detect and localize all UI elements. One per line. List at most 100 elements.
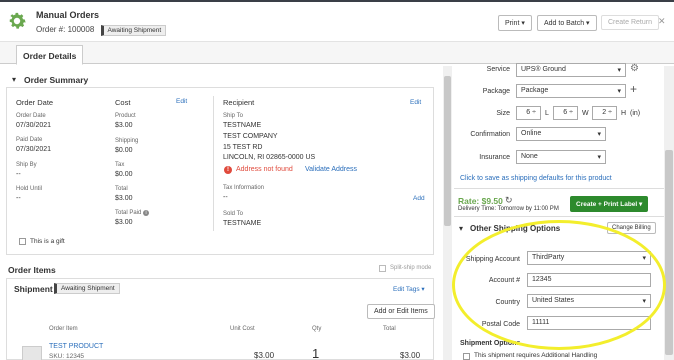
- gift-label: This is a gift: [30, 238, 65, 245]
- tab-order-details[interactable]: Order Details: [16, 45, 84, 65]
- column-divider: [213, 96, 214, 231]
- insurance-value: None: [521, 153, 538, 160]
- split-ship-checkbox[interactable]: [379, 265, 386, 272]
- insurance-label: Insurance: [479, 154, 510, 161]
- shipping-label: Shipping: [115, 138, 139, 144]
- product-value: $3.00: [115, 122, 133, 129]
- col-total: Total: [383, 326, 396, 332]
- ship-to-street: 15 TEST RD: [223, 144, 263, 151]
- edit-tags-label: Edit Tags: [393, 286, 420, 293]
- delivery-time: Delivery Time: Tomorrow by 11:00 PM: [458, 206, 559, 212]
- insurance-select[interactable]: None ▾: [516, 150, 606, 164]
- add-to-batch-button[interactable]: Add to Batch ▾: [537, 15, 597, 31]
- order-number-text: Order #: 100008: [36, 25, 95, 34]
- item-unit-cost: $3.00: [254, 351, 275, 360]
- tax-info-label: Tax Information: [223, 185, 265, 191]
- close-icon[interactable]: ✕: [658, 16, 666, 27]
- package-select[interactable]: Package ▾: [516, 84, 626, 98]
- l-label: L: [545, 110, 549, 117]
- ship-by-value: --: [16, 171, 21, 178]
- ship-to-company: TEST COMPANY: [223, 133, 278, 140]
- item-sku: SKU: 12345: [49, 353, 85, 360]
- print-button[interactable]: Print ▾: [498, 15, 532, 31]
- confirmation-select[interactable]: Online ▾: [516, 127, 606, 141]
- additional-handling-label: This shipment requires Additional Handli…: [474, 352, 598, 359]
- package-value: Package: [521, 87, 549, 94]
- item-total: $3.00: [400, 351, 421, 360]
- tab-bar: [0, 42, 674, 64]
- product-thumbnail: [22, 346, 42, 360]
- add-package-icon[interactable]: +: [630, 82, 637, 96]
- order-summary-title: Order Summary: [24, 75, 89, 85]
- size-label: Size: [496, 110, 510, 117]
- size-height-input[interactable]: 2 ÷: [592, 106, 617, 120]
- hold-until-value: --: [16, 195, 21, 202]
- tax-label: Tax: [115, 162, 125, 168]
- item-name-link[interactable]: TEST PRODUCT: [49, 343, 103, 350]
- tax-value: $0.00: [115, 171, 133, 178]
- collapse-icon[interactable]: ▾: [12, 75, 16, 84]
- create-print-label-button[interactable]: Create + Print Label ▾: [570, 196, 649, 212]
- right-scrollbar-thumb[interactable]: [665, 150, 673, 355]
- paid-date-value: 07/30/2021: [16, 146, 52, 153]
- ship-to-city: LINCOLN, RI 02865-0000 US: [223, 154, 316, 161]
- service-select[interactable]: UPS® Ground ▾: [516, 63, 626, 77]
- order-date-label: Order Date: [16, 113, 46, 119]
- shipping-value: $0.00: [115, 147, 133, 154]
- col-qty: Qty: [312, 326, 322, 332]
- warning-icon: !: [224, 166, 232, 174]
- divider: [454, 216, 664, 217]
- save-defaults-link[interactable]: Click to save as shipping defaults for t…: [460, 175, 612, 182]
- print-label: Print: [505, 20, 520, 27]
- split-ship-label: Split-ship mode: [390, 265, 432, 271]
- create-return-button[interactable]: Create Return: [601, 15, 659, 30]
- service-label: Service: [486, 66, 510, 73]
- service-settings-icon[interactable]: ⚙: [630, 63, 639, 74]
- service-value: UPS® Ground: [521, 66, 566, 73]
- edit-cost-link[interactable]: Edit: [176, 98, 187, 105]
- divider: [454, 188, 664, 189]
- collapse-icon[interactable]: ▾: [459, 224, 463, 233]
- sold-to-name: TESTNAME: [223, 220, 262, 227]
- order-number: Order #: 100008 Awaiting Shipment: [36, 25, 167, 36]
- additional-handling-checkbox[interactable]: [463, 353, 470, 360]
- size-length-input[interactable]: 6 ÷: [516, 106, 541, 120]
- total-value: $3.00: [115, 195, 133, 202]
- product-label: Product: [115, 113, 136, 119]
- size-width-input[interactable]: 6 ÷: [553, 106, 578, 120]
- ship-to-name: TESTNAME: [223, 122, 262, 129]
- status-badge: Awaiting Shipment: [100, 25, 167, 36]
- edit-recipient-link[interactable]: Edit: [410, 99, 421, 106]
- edit-tags-link[interactable]: Edit Tags ▾: [393, 285, 425, 293]
- total-label: Total: [115, 186, 128, 192]
- hold-until-label: Hold Until: [16, 186, 43, 192]
- h-label: H: [621, 110, 627, 117]
- add-tax-info-link[interactable]: Add: [413, 195, 425, 202]
- ship-to-label: Ship To: [223, 113, 243, 119]
- item-qty[interactable]: 1: [312, 346, 319, 360]
- confirmation-value: Online: [521, 130, 542, 137]
- create-print-label-text: Create + Print Label: [576, 201, 638, 208]
- gear-icon: [9, 12, 26, 29]
- total-paid-label: Total Paid i: [115, 210, 150, 216]
- ship-by-label: Ship By: [16, 162, 37, 168]
- add-to-batch-label: Add to Batch: [544, 20, 585, 27]
- info-icon[interactable]: i: [143, 210, 150, 216]
- paid-date-label: Paid Date: [16, 137, 43, 143]
- confirmation-label: Confirmation: [470, 131, 510, 138]
- shipment-title: Shipment: [14, 284, 53, 294]
- add-edit-items-button[interactable]: Add or Edit Items: [367, 304, 435, 319]
- cost-heading: Cost: [115, 98, 131, 107]
- validate-address-link[interactable]: Validate Address: [305, 166, 357, 173]
- w-label: W: [582, 110, 589, 117]
- inch-label: (in): [630, 110, 641, 117]
- rate-label: Rate: $9.50: [458, 196, 503, 206]
- order-date-heading: Order Date: [16, 98, 54, 107]
- left-scrollbar-thumb[interactable]: [444, 76, 451, 226]
- gift-checkbox[interactable]: [19, 238, 26, 245]
- order-date-value: 07/30/2021: [16, 122, 52, 129]
- address-warning: Address not found: [236, 166, 293, 173]
- refresh-icon[interactable]: ↻: [505, 195, 513, 206]
- page-title: Manual Orders: [36, 10, 100, 20]
- total-paid-label-text: Total Paid: [115, 210, 142, 216]
